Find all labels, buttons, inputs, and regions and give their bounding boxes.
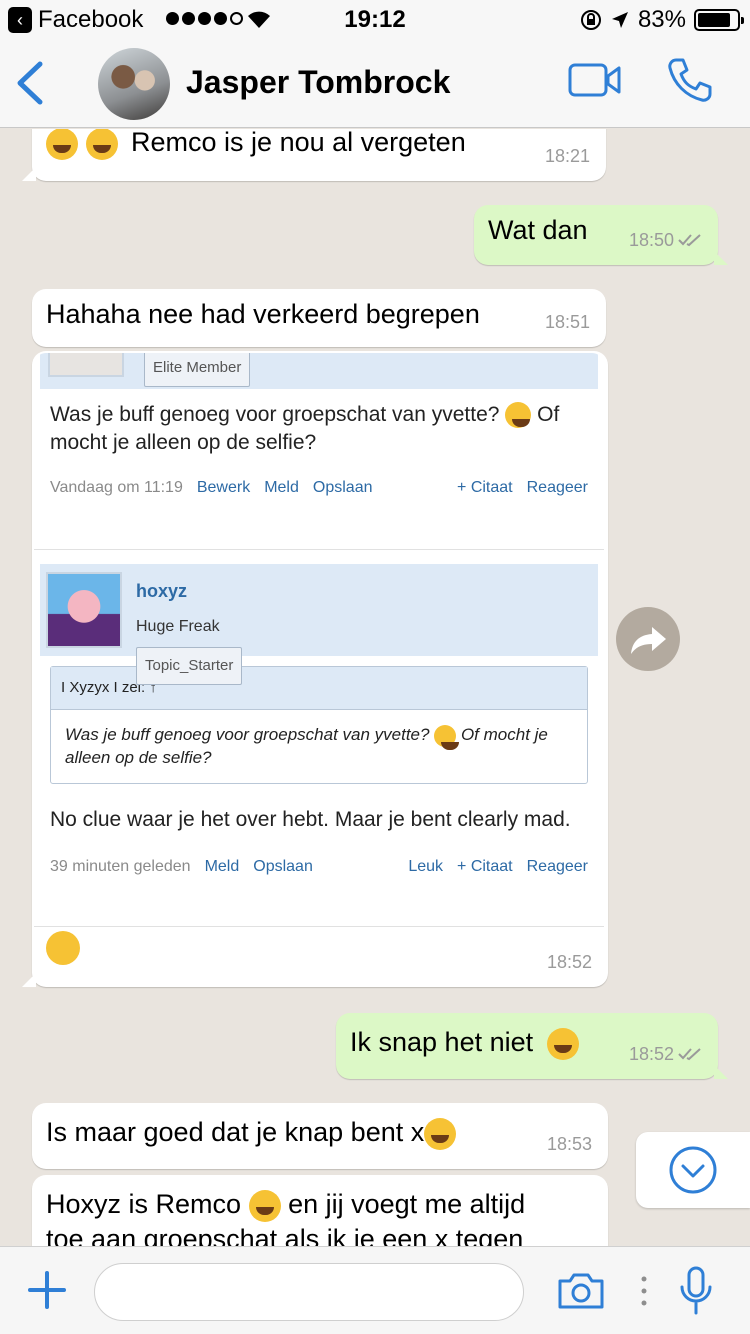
action-save: Opslaan bbox=[253, 857, 313, 875]
message-text: Is maar goed dat je knap bent x bbox=[46, 1117, 425, 1147]
message-incoming[interactable]: Hoxyz is Remco en jij voegt me altijd to… bbox=[32, 1175, 608, 1246]
quote-box: I Xyzyx I zei: ↑ Was je buff genoeg voor… bbox=[50, 666, 588, 784]
microphone-icon[interactable] bbox=[678, 1265, 714, 1317]
contact-avatar[interactable] bbox=[98, 48, 170, 120]
kiss-emoji-icon bbox=[424, 1117, 457, 1150]
message-text: Hoxyz is Remco bbox=[46, 1189, 242, 1219]
post-date: Vandaag om 11:19 bbox=[50, 479, 183, 496]
message-input[interactable] bbox=[94, 1263, 524, 1321]
forward-icon bbox=[631, 627, 666, 654]
message-outgoing[interactable]: Ik snap het niet 18:52 bbox=[336, 1013, 728, 1079]
message-time: 18:52 bbox=[628, 1044, 674, 1064]
action-reply: Reageer bbox=[526, 479, 588, 496]
message-incoming[interactable]: Remco is je nou al vergeten 18:21 bbox=[22, 129, 606, 181]
message-time: 18:52 bbox=[546, 952, 592, 972]
message-text-line3: toe aan groepschat als ik je een x tegen bbox=[46, 1223, 524, 1246]
message-outgoing[interactable]: Wat dan 18:50 bbox=[474, 205, 728, 265]
more-dots-icon bbox=[641, 1276, 647, 1306]
composer-bar bbox=[0, 1246, 750, 1334]
forum-screenshot: Elite Member Was je buff genoeg voor gro… bbox=[34, 353, 604, 927]
action-quote: + Citaat bbox=[457, 857, 513, 875]
action-quote: + Citaat bbox=[457, 479, 513, 496]
action-reply: Reageer bbox=[526, 857, 588, 875]
reply-text: No clue waar je het over hebt. Maar je b… bbox=[50, 807, 571, 831]
plus-icon[interactable] bbox=[26, 1269, 68, 1311]
smiley-emoji-icon bbox=[434, 724, 460, 750]
user-avatar bbox=[46, 572, 122, 648]
flushed-emoji-icon bbox=[546, 1027, 579, 1060]
reply-date: 39 minuten geleden bbox=[50, 857, 191, 875]
action-edit: Bewerk bbox=[196, 479, 251, 496]
action-save: Opslaan bbox=[312, 479, 373, 496]
message-text: Hahaha nee had verkeerd begrepen bbox=[46, 299, 480, 329]
chevron-left-icon[interactable] bbox=[14, 60, 44, 106]
chat-area[interactable]: Remco is je nou al vergeten 18:21 Wat da… bbox=[0, 129, 750, 1246]
image-message[interactable]: Elite Member Was je buff genoeg voor gro… bbox=[22, 351, 608, 987]
message-text: Remco is je nou al vergeten bbox=[131, 129, 466, 157]
message-time: 18:50 bbox=[628, 230, 674, 250]
quote-header: I Xyzyx I zei: ↑ bbox=[51, 667, 587, 710]
user-rank: Huge Freak bbox=[136, 618, 220, 635]
username: hoxyz bbox=[136, 581, 188, 601]
status-bar: ‹ Facebook 19:12 83% bbox=[0, 0, 750, 40]
laughing-emoji-icon bbox=[248, 1189, 281, 1222]
contact-name[interactable]: Jasper Tombrock bbox=[186, 64, 450, 101]
rotation-lock-icon bbox=[580, 10, 601, 30]
message-incoming[interactable]: Hahaha nee had verkeerd begrepen 18:51 bbox=[32, 289, 606, 347]
video-camera-icon[interactable] bbox=[568, 62, 622, 98]
forward-button[interactable] bbox=[616, 607, 680, 671]
message-text: Ik snap het niet bbox=[350, 1027, 534, 1057]
read-ticks-icon bbox=[678, 234, 701, 247]
message-time: 18:53 bbox=[546, 1134, 592, 1154]
action-report: Meld bbox=[204, 857, 240, 875]
smiley-emoji-icon bbox=[505, 402, 532, 429]
location-icon bbox=[611, 12, 628, 28]
topic-starter-tag: Topic_Starter bbox=[136, 647, 243, 685]
battery-percent: 83% bbox=[637, 6, 686, 33]
action-like: Leuk bbox=[408, 857, 444, 875]
facepalm-emoji-icon bbox=[46, 931, 80, 965]
action-report: Meld bbox=[264, 479, 299, 496]
read-ticks-icon bbox=[678, 1048, 701, 1061]
chat-header: Jasper Tombrock bbox=[0, 40, 750, 128]
member-tag: Elite Member bbox=[144, 353, 251, 387]
message-time: 18:21 bbox=[544, 146, 590, 166]
phone-icon[interactable] bbox=[666, 56, 714, 104]
message-incoming[interactable]: Is maar goed dat je knap bent x 18:53 bbox=[32, 1103, 608, 1169]
quote-text: Was je buff genoeg voor groepschat van y… bbox=[65, 725, 430, 744]
battery-icon bbox=[694, 9, 744, 31]
scroll-to-bottom-button[interactable] bbox=[636, 1132, 750, 1208]
message-text-cont: en jij voegt me altijd bbox=[288, 1189, 526, 1219]
laughing-emoji-icon bbox=[85, 129, 118, 160]
chevron-down-icon bbox=[669, 1146, 717, 1194]
camera-icon[interactable] bbox=[556, 1271, 606, 1311]
post-text: Was je buff genoeg voor groepschat van y… bbox=[50, 403, 500, 426]
laughing-emoji-icon bbox=[46, 129, 78, 160]
message-time: 18:51 bbox=[544, 312, 590, 332]
